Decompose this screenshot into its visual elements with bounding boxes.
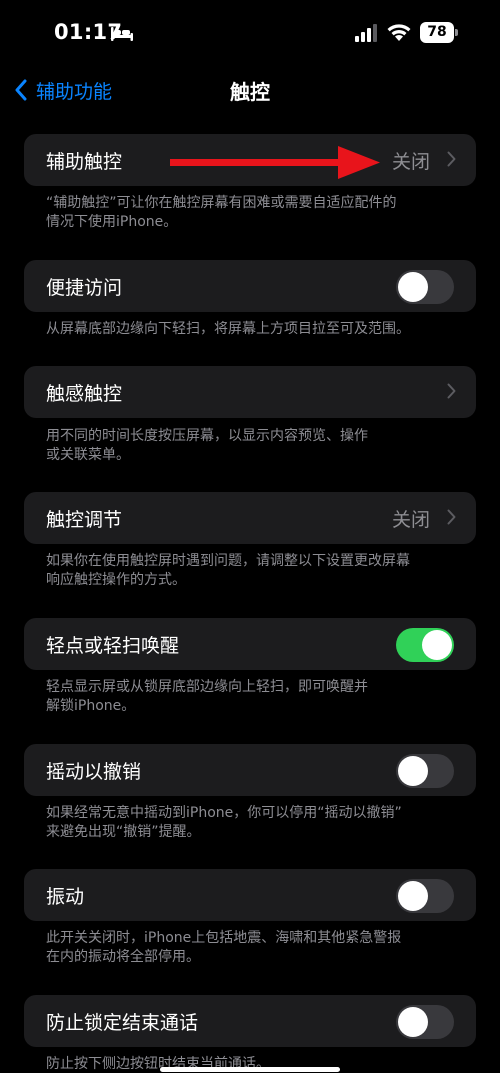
toggle-knob	[398, 1007, 428, 1037]
row-label: 防止锁定结束通话	[46, 1012, 199, 1034]
vibration-toggle[interactable]	[396, 879, 454, 913]
footnote-line: 解锁iPhone。	[46, 698, 136, 714]
battery-level: 78	[420, 22, 454, 43]
toggle-knob	[398, 272, 428, 302]
row-value: 关闭	[391, 509, 430, 531]
status-bar: 01:17 78	[0, 0, 500, 68]
sleep-focus-icon	[111, 27, 133, 41]
cellular-signal-icon	[355, 24, 377, 42]
footnote-line: 从屏幕底部边缘向下轻扫，将屏幕上方项目拉至可及范围。	[46, 321, 410, 337]
chevron-right-icon	[447, 383, 456, 399]
row-label: 振动	[46, 886, 85, 908]
battery-cap	[455, 29, 458, 36]
settings-screen: 01:17 78 辅助功能 触控 辅助触控 关闭 “辅助触控”可让你在触控屏幕有…	[0, 0, 500, 1073]
reachability-footnote: 从屏幕底部边缘向下轻扫，将屏幕上方项目拉至可及范围。	[46, 320, 456, 339]
chevron-right-icon	[447, 151, 456, 167]
row-label: 便捷访问	[46, 277, 123, 299]
footnote-line: “辅助触控”可让你在触控屏幕有困难或需要自适应配件的	[46, 195, 397, 211]
page-title: 触控	[230, 80, 270, 104]
footnote-line: 在内的振动将全部停用。	[46, 949, 200, 965]
shake-to-undo-row: 摇动以撤销	[24, 744, 476, 796]
tap-or-swipe-to-wake-row: 轻点或轻扫唤醒	[24, 618, 476, 670]
toggle-knob	[398, 881, 428, 911]
tap-or-swipe-to-wake-toggle[interactable]	[396, 628, 454, 662]
footnote-line: 轻点显示屏或从锁屏底部边缘向上轻扫，即可唤醒并	[46, 679, 368, 695]
footnote-line: 如果你在使用触控屏时遇到问题，请调整以下设置更改屏幕	[46, 553, 410, 569]
home-indicator	[160, 1067, 340, 1072]
prevent-lock-to-end-call-toggle[interactable]	[396, 1005, 454, 1039]
row-label: 辅助触控	[46, 151, 123, 173]
wifi-icon	[387, 24, 411, 41]
reachability-row: 便捷访问	[24, 260, 476, 312]
reachability-toggle[interactable]	[396, 270, 454, 304]
shake-to-undo-toggle[interactable]	[396, 754, 454, 788]
touch-accommodations-row[interactable]: 触控调节 关闭	[24, 492, 476, 544]
red-arrow-annotation	[170, 146, 380, 179]
footnote-line: 响应触控操作的方式。	[46, 572, 186, 588]
row-value: 关闭	[391, 151, 430, 173]
footnote-line: 情况下使用iPhone。	[46, 214, 178, 230]
haptic-touch-footnote: 用不同的时间长度按压屏幕，以显示内容预览、操作 或关联菜单。	[46, 427, 456, 465]
footnote-line: 此开关关闭时，iPhone上包括地震、海啸和其他紧急警报	[46, 930, 402, 946]
footnote-line: 如果经常无意中摇动到iPhone，你可以停用“摇动以撤销”	[46, 805, 402, 821]
footnote-line: 来避免出现“撤销”提醒。	[46, 824, 201, 840]
tap-or-swipe-to-wake-footnote: 轻点显示屏或从锁屏底部边缘向上轻扫，即可唤醒并 解锁iPhone。	[46, 678, 456, 716]
row-label: 摇动以撤销	[46, 761, 142, 783]
battery-indicator: 78	[420, 22, 458, 43]
row-label: 触感触控	[46, 383, 123, 405]
chevron-right-icon	[447, 509, 456, 525]
toggle-knob	[422, 630, 452, 660]
haptic-touch-row[interactable]: 触感触控	[24, 366, 476, 418]
footnote-line: 或关联菜单。	[46, 447, 130, 463]
navigation-bar: 辅助功能 触控	[0, 68, 500, 112]
touch-accommodations-footnote: 如果你在使用触控屏时遇到问题，请调整以下设置更改屏幕 响应触控操作的方式。	[46, 552, 456, 590]
prevent-lock-to-end-call-row: 防止锁定结束通话	[24, 995, 476, 1047]
shake-to-undo-footnote: 如果经常无意中摇动到iPhone，你可以停用“摇动以撤销” 来避免出现“撤销”提…	[46, 804, 456, 842]
assistivetouch-footnote: “辅助触控”可让你在触控屏幕有困难或需要自适应配件的 情况下使用iPhone。	[46, 194, 456, 232]
row-label: 轻点或轻扫唤醒	[46, 635, 180, 657]
row-label: 触控调节	[46, 509, 123, 531]
vibration-row: 振动	[24, 869, 476, 921]
footnote-line: 用不同的时间长度按压屏幕，以显示内容预览、操作	[46, 428, 368, 444]
toggle-knob	[398, 756, 428, 786]
vibration-footnote: 此开关关闭时，iPhone上包括地震、海啸和其他紧急警报 在内的振动将全部停用。	[46, 929, 456, 967]
